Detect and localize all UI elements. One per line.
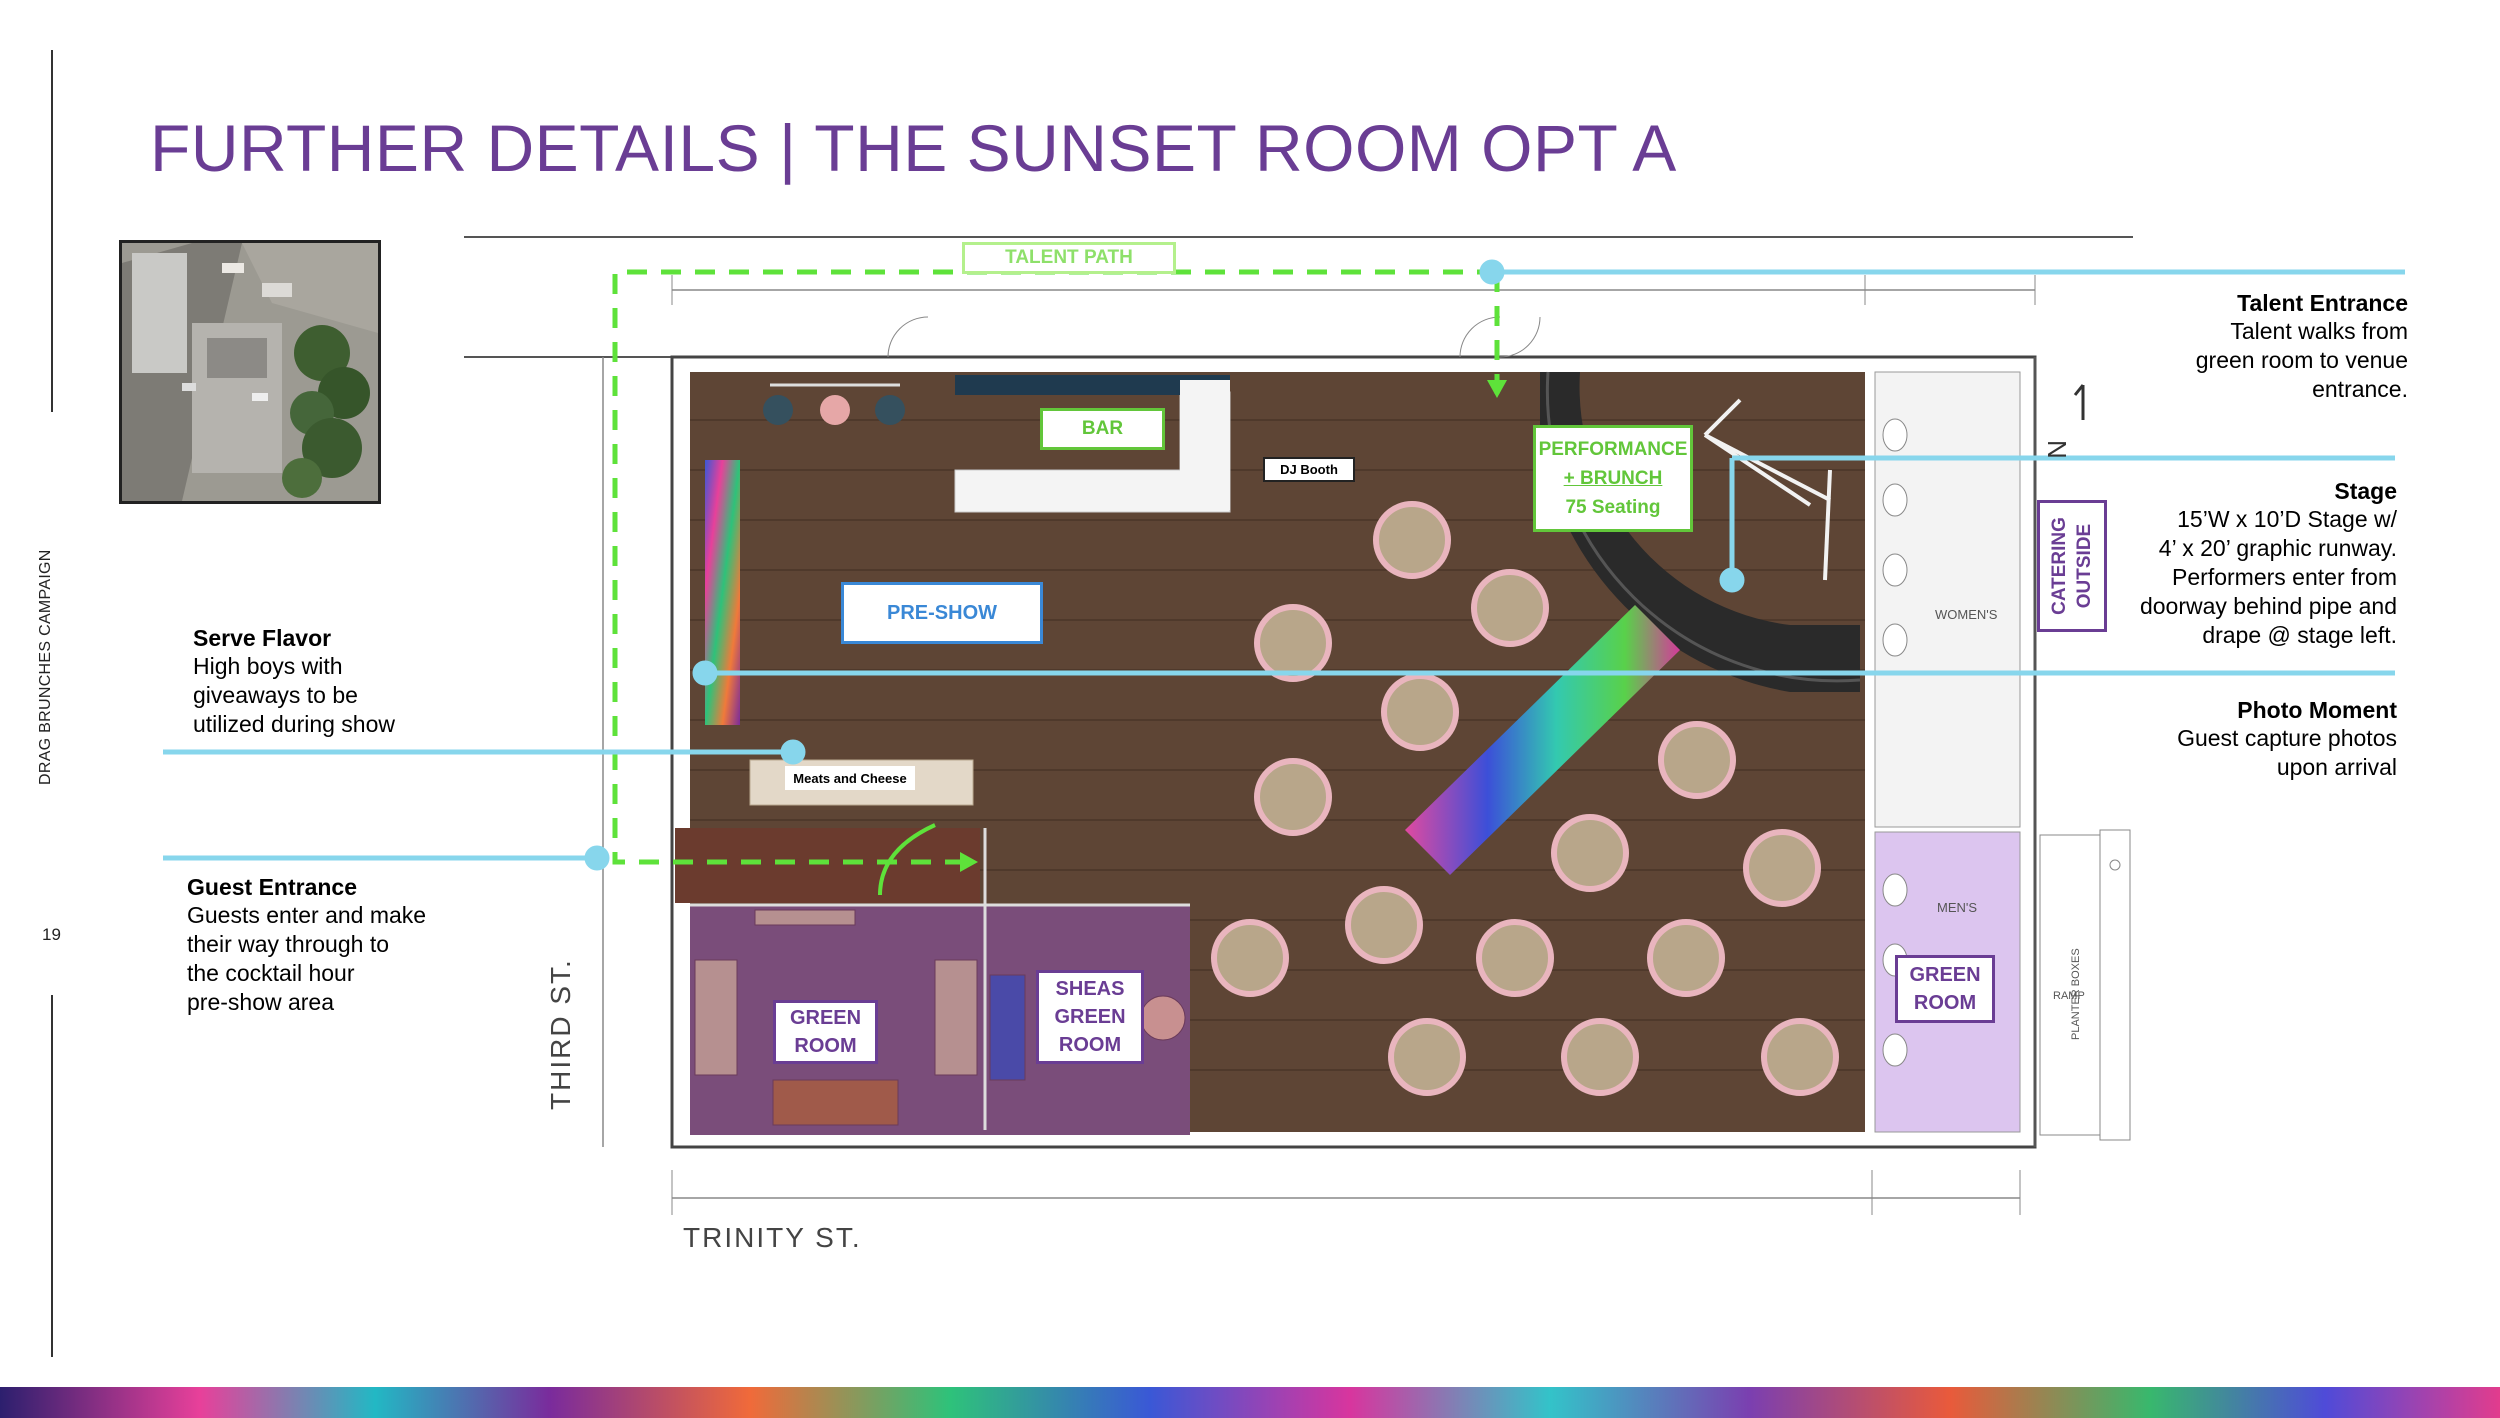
stool-3: [875, 395, 905, 425]
womens-label: WOMEN'S: [1935, 607, 1998, 622]
green-room-left-line2: ROOM: [794, 1035, 857, 1057]
table: [1211, 919, 1289, 997]
dj-booth-label: DJ Booth: [1263, 457, 1355, 482]
callout-serve-flavor-line: giveaways to be: [193, 682, 358, 708]
callout-guest-entrance: Guest Entrance Guests enter and make the…: [187, 874, 517, 1017]
performance-label: PERFORMANCE + BRUNCH 75 Seating: [1533, 425, 1693, 532]
table: [1658, 721, 1736, 799]
callout-guest-entrance-line: their way through to: [187, 931, 390, 957]
green-room-right-line2: ROOM: [1913, 992, 1977, 1014]
corridor-floor: [675, 828, 980, 903]
callout-guest-entrance-line: pre-show area: [187, 989, 335, 1015]
callout-stage: Stage 15’W x 10’D Stage w/ 4’ x 20’ grap…: [2017, 478, 2397, 650]
table: [1254, 604, 1332, 682]
performance-line3: 75 Seating: [1565, 497, 1661, 518]
callout-guest-entrance-title: Guest Entrance: [187, 874, 357, 900]
performance-line2: + BRUNCH: [1563, 468, 1663, 489]
green-room-right-line1: GREEN: [1909, 964, 1981, 986]
callout-guest-entrance-line: Guests enter and make: [187, 902, 427, 928]
callout-talent-entrance-line: Talent walks from: [2230, 318, 2408, 344]
preshow-label: PRE-SHOW: [841, 582, 1043, 644]
callout-stage-line: drape @ stage left.: [2202, 622, 2397, 648]
callout-serve-flavor: Serve Flavor High boys with giveaways to…: [193, 625, 493, 739]
north-label: N: [2042, 440, 2072, 459]
sheas-line3: ROOM: [1058, 1034, 1122, 1056]
callout-talent-entrance-line: green room to venue: [2195, 347, 2408, 373]
stool-1: [763, 395, 793, 425]
table: [1471, 569, 1549, 647]
bar-return: [1180, 380, 1230, 510]
planter-label: PLANTER BOXES: [2070, 948, 2082, 1040]
table: [1381, 673, 1459, 751]
callout-guest-entrance-line: the cocktail hour: [187, 960, 355, 986]
table: [1551, 814, 1629, 892]
mens-label: MEN'S: [1937, 900, 1978, 915]
callout-photo-moment: Photo Moment Guest capture photos upon a…: [2017, 697, 2397, 782]
callout-stage-line: doorway behind pipe and: [2139, 593, 2397, 619]
callout-stage-line: 4’ x 20’ graphic runway.: [2158, 535, 2397, 561]
decorative-gradient-band: [0, 1387, 2500, 1418]
performance-line1: PERFORMANCE: [1538, 439, 1688, 460]
table: [1761, 1018, 1839, 1096]
sheas-line2: GREEN: [1054, 1006, 1126, 1028]
callout-photo-moment-line: upon arrival: [2276, 754, 2397, 780]
callout-stage-line: 15’W x 10’D Stage w/: [2177, 506, 2397, 532]
table: [1373, 501, 1451, 579]
sheas-green-room-label: SHEAS GREEN ROOM: [1036, 970, 1144, 1064]
ramp-area: [2039, 829, 2131, 1141]
talent-path-label: TALENT PATH: [962, 242, 1176, 274]
table: [1743, 829, 1821, 907]
bar-label: BAR: [1040, 408, 1165, 450]
meats-cheese-label: Meats and Cheese: [785, 766, 915, 790]
table: [1647, 919, 1725, 997]
table: [1388, 1018, 1466, 1096]
callout-photo-moment-line: Guest capture photos: [2177, 725, 2397, 751]
callout-stage-title: Stage: [2334, 478, 2397, 504]
callout-serve-flavor-line: utilized during show: [193, 711, 396, 737]
third-street-label: THIRD ST.: [545, 958, 576, 1110]
table: [1561, 1018, 1639, 1096]
callout-talent-entrance-line: entrance.: [2312, 376, 2408, 402]
callout-talent-entrance: Talent Entrance Talent walks from green …: [2028, 290, 2408, 404]
photo-wall: [705, 460, 740, 725]
trinity-street-label: TRINITY ST.: [683, 1222, 862, 1253]
stool-2: [820, 395, 850, 425]
table: [1476, 919, 1554, 997]
callout-stage-line: Performers enter from: [2172, 564, 2397, 590]
green-room-left-line1: GREEN: [789, 1007, 862, 1029]
green-room-left-label: GREEN ROOM: [773, 1000, 878, 1064]
green-room-right-label: GREEN ROOM: [1895, 955, 1995, 1023]
sheas-line1: SHEAS: [1055, 978, 1125, 1000]
table: [1345, 886, 1423, 964]
callout-photo-moment-title: Photo Moment: [2237, 697, 2397, 723]
table: [1254, 758, 1332, 836]
callout-talent-entrance-title: Talent Entrance: [2237, 290, 2408, 316]
callout-serve-flavor-title: Serve Flavor: [193, 625, 332, 651]
callout-serve-flavor-line: High boys with: [193, 653, 343, 679]
